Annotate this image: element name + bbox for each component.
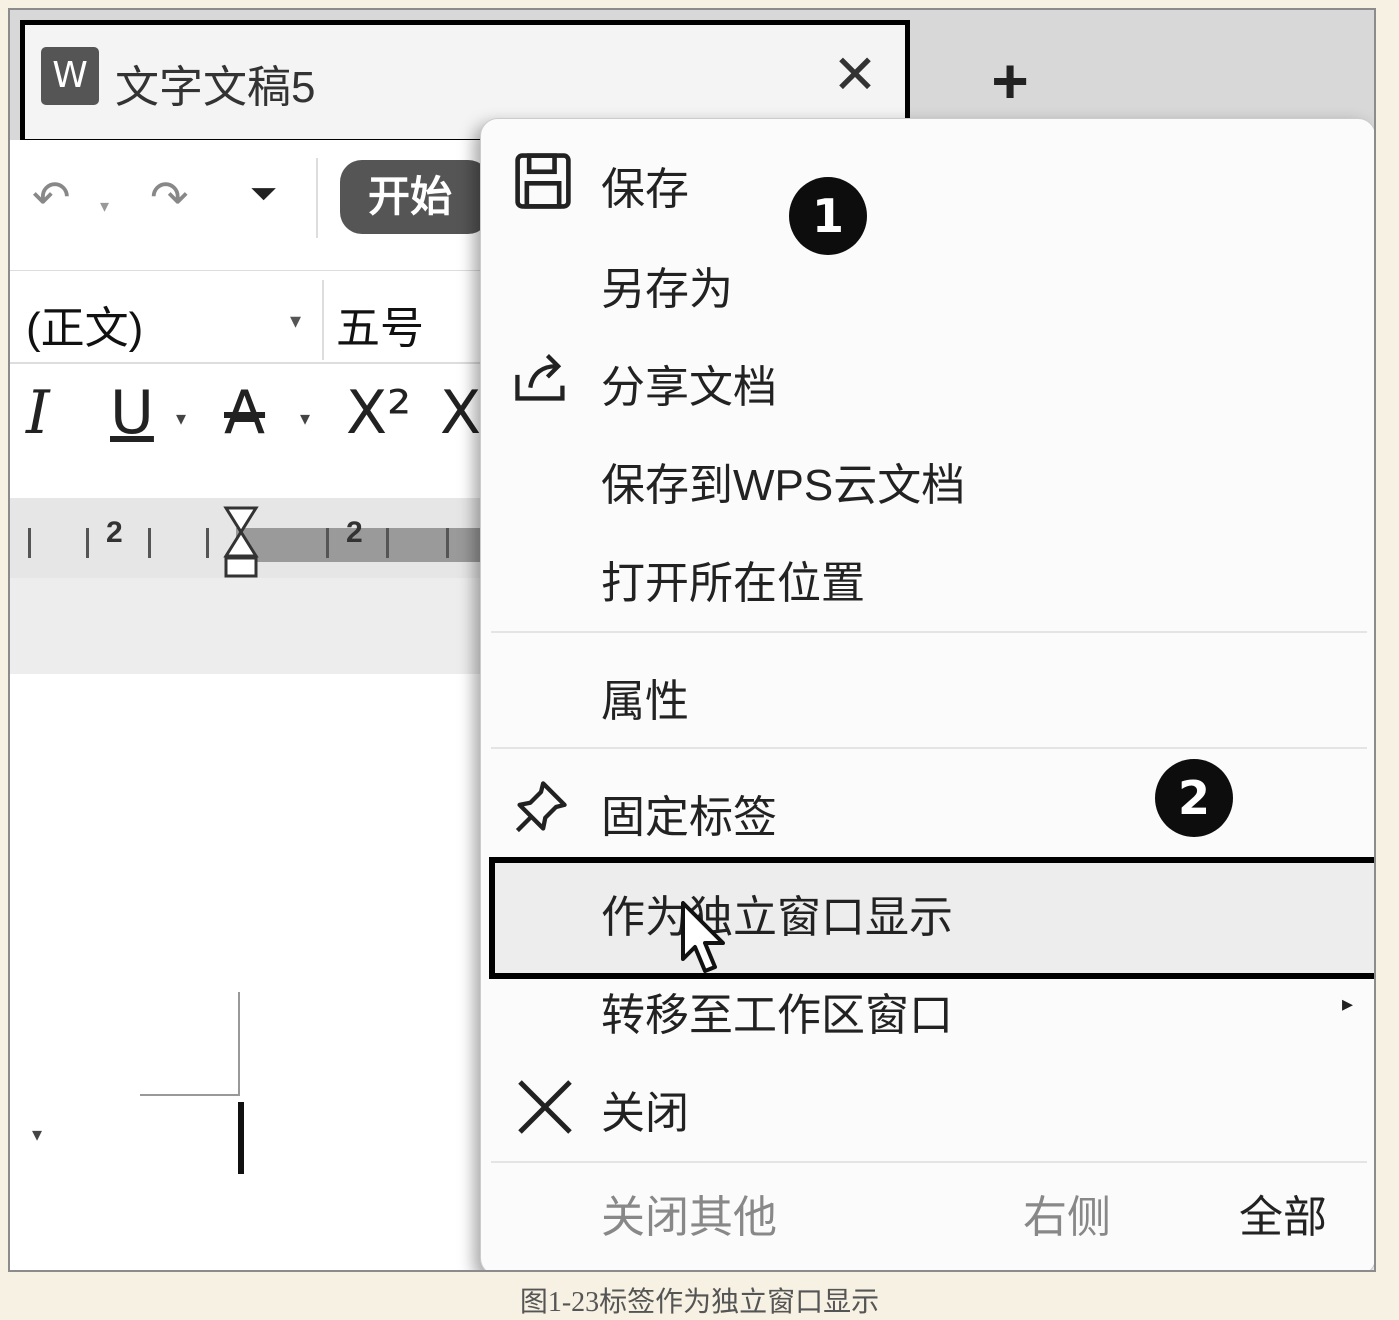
new-tab-button[interactable]: +	[975, 46, 1045, 116]
font-family-select[interactable]: (正文)	[26, 292, 143, 356]
menu-item-label: 作为独立窗口显示	[601, 893, 953, 942]
ruler-tick	[386, 528, 389, 558]
ruler-tick	[446, 528, 449, 558]
page-margin-guide	[140, 1094, 240, 1096]
ruler-tick	[28, 528, 31, 558]
pin-icon	[515, 781, 567, 833]
ruler-tick	[148, 528, 151, 558]
ruler-number: 2	[106, 516, 123, 549]
menu-separator	[491, 747, 1367, 749]
ruler-tick	[206, 528, 209, 558]
submenu-arrow-icon: ▸	[1341, 991, 1353, 1016]
menu-separator	[491, 631, 1367, 633]
menu-item-label: 固定标签	[601, 793, 777, 842]
strikethrough-button[interactable]: A	[224, 378, 265, 448]
ruler-tick	[326, 528, 329, 558]
underline-button[interactable]: U	[110, 378, 154, 448]
redo-icon[interactable]: ↷	[150, 170, 189, 224]
font-size-select[interactable]: 五号	[336, 292, 424, 356]
menu-item-share[interactable]: 分享文档	[481, 337, 1374, 417]
menu-item-label: 转移至工作区窗口	[601, 991, 953, 1040]
figure-caption: 图1-23标签作为独立窗口显示	[519, 1287, 880, 1318]
menu-item-label: 打开所在位置	[601, 559, 865, 608]
ruler-number: 2	[346, 516, 363, 549]
share-icon	[515, 354, 565, 401]
strikethrough-caret-icon[interactable]: ▾	[300, 406, 310, 431]
menu-item-properties[interactable]: 属性	[481, 651, 1374, 731]
screenshot-frame: W 文字文稿5 ✕ + ↶ ▾ ↷ ⏷ 开始 (正文) ▾ 五号 I U ▾ A…	[8, 8, 1376, 1272]
mouse-pointer-icon	[681, 901, 725, 973]
menu-item-open-location[interactable]: 打开所在位置	[481, 533, 1374, 613]
customize-toolbar-icon[interactable]: ⏷	[250, 174, 277, 214]
indent-marker-icon[interactable]	[222, 506, 262, 586]
tab-close-icon[interactable]: ✕	[825, 45, 885, 105]
menu-item-label: 关闭	[601, 1089, 689, 1138]
step-badge-1: 1	[789, 177, 867, 255]
menu-item-show-as-window[interactable]: 作为独立窗口显示	[481, 867, 1374, 947]
font-divider	[322, 280, 324, 360]
scroll-caret-icon[interactable]: ▾	[32, 1122, 42, 1147]
close-right-button[interactable]: 右侧	[1023, 1181, 1111, 1245]
menu-item-save-to-cloud[interactable]: 保存到WPS云文档	[481, 435, 1374, 515]
text-caret	[238, 1102, 244, 1174]
page-margin-guide	[238, 992, 240, 1096]
close-icon	[518, 1080, 572, 1134]
menu-item-move-to-workspace[interactable]: 转移至工作区窗口 ▸	[481, 965, 1374, 1045]
ruler-tick	[86, 528, 89, 558]
font-family-caret-icon[interactable]: ▾	[290, 308, 301, 334]
wps-writer-icon: W	[41, 47, 99, 105]
save-icon	[515, 153, 571, 209]
menu-item-save-as[interactable]: 另存为	[481, 239, 1374, 319]
menu-separator	[491, 1161, 1367, 1163]
menu-item-label: 保存到WPS云文档	[601, 461, 966, 510]
toolbar-divider	[316, 158, 318, 238]
subscript-button[interactable]: X	[440, 378, 481, 448]
close-all-button[interactable]: 全部	[1239, 1181, 1327, 1245]
menu-item-label: 另存为	[601, 265, 733, 314]
menu-item-close[interactable]: 关闭	[481, 1063, 1374, 1143]
menu-item-label: 分享文档	[601, 363, 777, 412]
menu-item-save[interactable]: 保存	[481, 139, 1374, 219]
tab-title: 文字文稿5	[115, 63, 316, 112]
undo-caret-icon[interactable]: ▾	[100, 196, 109, 217]
underline-caret-icon[interactable]: ▾	[176, 406, 186, 431]
menu-item-label: 属性	[601, 677, 689, 726]
menu-item-label: 保存	[601, 165, 689, 214]
superscript-button[interactable]: X²	[346, 378, 411, 448]
step-badge-2: 2	[1155, 759, 1233, 837]
tab-context-menu: 保存 另存为 分享文档 保存到WPS云文档 打开所在位置 属性 固定标签 作为独…	[480, 118, 1374, 1270]
close-others-button[interactable]: 关闭其他	[601, 1181, 777, 1245]
tab-start[interactable]: 开始	[340, 160, 490, 234]
menu-item-pin-tab[interactable]: 固定标签	[481, 767, 1374, 847]
undo-icon[interactable]: ↶	[32, 170, 71, 224]
italic-button[interactable]: I	[26, 378, 50, 448]
